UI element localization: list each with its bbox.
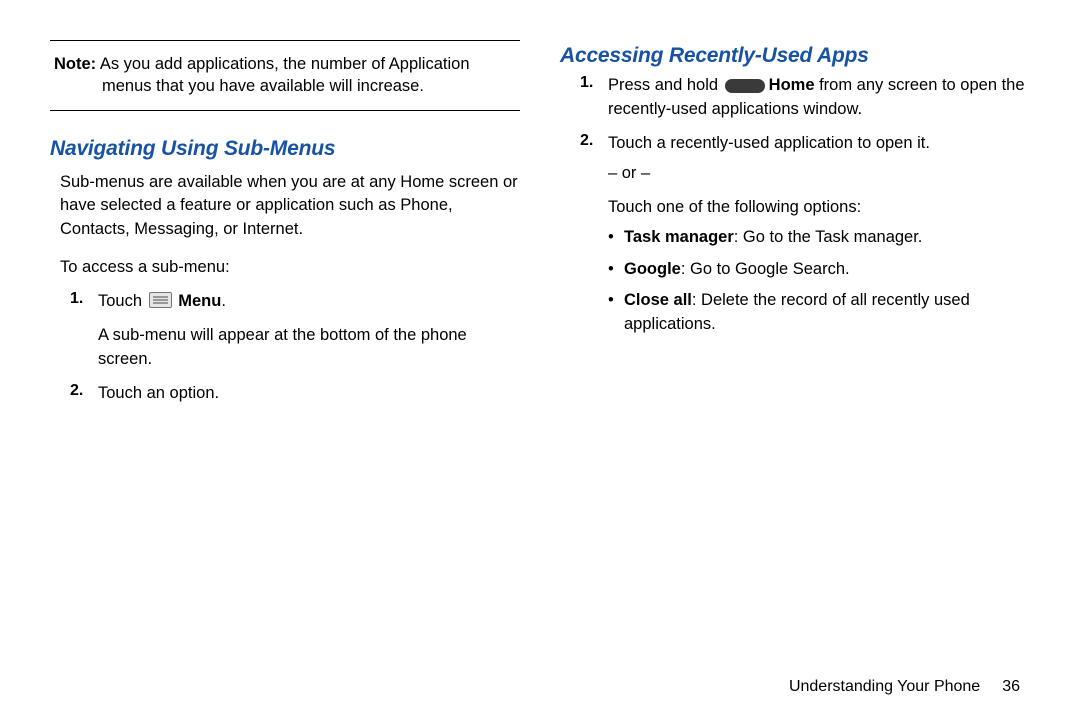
option-label: Task manager	[624, 228, 734, 246]
intro-text: Sub-menus are available when you are at …	[50, 171, 520, 243]
home-label: Home	[769, 76, 815, 94]
home-button-icon	[725, 79, 765, 93]
note-label: Note:	[54, 55, 96, 73]
ordered-list-submenus: 1. Touch Menu. A sub-menu will appear at…	[70, 290, 520, 416]
step-number: 1.	[580, 74, 608, 92]
right-column: Accessing Recently-Used Apps 1. Press an…	[560, 40, 1030, 690]
footer-section: Understanding Your Phone	[789, 678, 980, 695]
step-text-pre: Press and hold	[608, 76, 723, 94]
step-text-pre: Touch	[98, 292, 147, 310]
document-page: Note: As you add applications, the numbe…	[0, 0, 1080, 720]
menu-icon	[149, 292, 172, 308]
list-item: 2. Touch an option.	[70, 382, 520, 406]
options-list: Task manager: Go to the Task manager. Go…	[608, 226, 1030, 338]
step-content: Touch Menu. A sub-menu will appear at th…	[98, 290, 520, 372]
step-text-post: .	[221, 292, 226, 310]
option-label: Google	[624, 260, 681, 278]
step-number: 2.	[70, 382, 98, 400]
list-item: Close all: Delete the record of all rece…	[608, 289, 1030, 337]
note-first-line: As you add applications, the number of A…	[96, 55, 469, 73]
footer-page-number: 36	[1002, 678, 1020, 695]
step-content: Touch a recently-used application to ope…	[608, 132, 1030, 345]
list-item: 1. Press and hold Home from any screen t…	[580, 74, 1030, 122]
left-column: Note: As you add applications, the numbe…	[50, 40, 520, 690]
option-rest: : Go to the Task manager.	[734, 228, 923, 246]
list-item: Task manager: Go to the Task manager.	[608, 226, 1030, 250]
note-block: Note: As you add applications, the numbe…	[50, 40, 520, 111]
list-item: 1. Touch Menu. A sub-menu will appear at…	[70, 290, 520, 372]
step2-text: Touch a recently-used application to ope…	[608, 134, 930, 152]
step-content: Press and hold Home from any screen to o…	[608, 74, 1030, 122]
step-subtext: A sub-menu will appear at the bottom of …	[98, 324, 520, 372]
lead-text: To access a sub-menu:	[50, 256, 520, 280]
or-separator: – or –	[608, 162, 1030, 186]
section-heading-recent: Accessing Recently-Used Apps	[560, 44, 1030, 68]
menu-label: Menu	[178, 292, 221, 310]
step-content: Touch an option.	[98, 382, 520, 406]
list-item: Google: Go to Google Search.	[608, 258, 1030, 282]
step-number: 2.	[580, 132, 608, 150]
note-second-line: menus that you have available will incre…	[54, 75, 516, 97]
options-lead: Touch one of the following options:	[608, 196, 1030, 220]
section-heading-submenus: Navigating Using Sub-Menus	[50, 137, 520, 161]
option-rest: : Go to Google Search.	[681, 260, 850, 278]
page-footer: Understanding Your Phone 36	[789, 678, 1020, 696]
step-number: 1.	[70, 290, 98, 308]
ordered-list-recent: 1. Press and hold Home from any screen t…	[580, 74, 1030, 355]
list-item: 2. Touch a recently-used application to …	[580, 132, 1030, 345]
option-label: Close all	[624, 291, 692, 309]
